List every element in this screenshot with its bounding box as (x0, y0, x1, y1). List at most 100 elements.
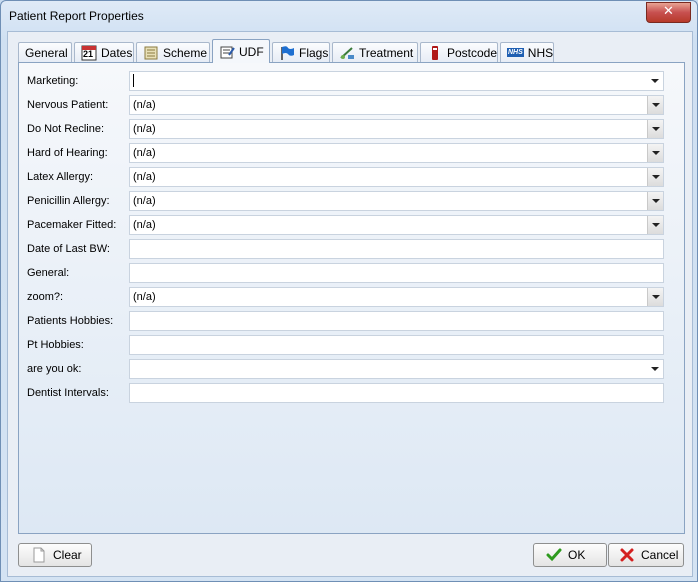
are-you-ok-combo[interactable] (129, 359, 664, 379)
field-row-general: General: (19, 263, 684, 285)
field-row-pacemaker-fitted: Pacemaker Fitted: (n/a) (19, 215, 684, 237)
dentist-intervals-label: Dentist Intervals: (27, 387, 109, 399)
field-row-zoom: zoom?: (n/a) (19, 287, 684, 309)
tab-postcode[interactable]: Postcode (420, 42, 498, 62)
general-input[interactable] (129, 263, 664, 283)
zoom-value: (n/a) (133, 291, 156, 303)
chevron-down-icon[interactable] (647, 168, 663, 186)
penicillin-allergy-value: (n/a) (133, 195, 156, 207)
flag-icon (279, 45, 295, 61)
do-not-recline-combo[interactable]: (n/a) (129, 119, 664, 139)
field-row-pt-hobbies: Pt Hobbies: (19, 335, 684, 357)
chevron-down-icon[interactable] (647, 360, 663, 378)
field-row-marketing: Marketing: (19, 71, 684, 93)
chevron-down-icon[interactable] (647, 192, 663, 210)
tab-postcode-label: Postcode (447, 45, 498, 60)
scheme-icon (143, 45, 159, 61)
tab-nhs-label: NHS (527, 45, 554, 60)
postcode-icon (427, 45, 443, 61)
latex-allergy-label: Latex Allergy: (27, 171, 94, 183)
pacemaker-fitted-combo[interactable]: (n/a) (129, 215, 664, 235)
blank-page-icon (31, 547, 47, 563)
field-row-do-not-recline: Do Not Recline: (n/a) (19, 119, 684, 141)
pacemaker-fitted-label: Pacemaker Fitted: (27, 219, 117, 231)
do-not-recline-label: Do Not Recline: (27, 123, 105, 135)
check-icon (546, 547, 562, 563)
tab-nhs[interactable]: NHS NHS (500, 42, 554, 62)
date-of-last-bw-label: Date of Last BW: (27, 243, 110, 255)
ok-button[interactable]: OK (533, 543, 607, 567)
nervous-patient-label: Nervous Patient: (27, 99, 109, 111)
tab-flags[interactable]: Flags (272, 42, 330, 62)
nhs-logo-icon: NHS (507, 45, 524, 61)
zoom-combo[interactable]: (n/a) (129, 287, 664, 307)
pt-hobbies-label: Pt Hobbies: (27, 339, 84, 351)
ok-button-label: OK (568, 548, 586, 562)
are-you-ok-label: are you ok: (27, 363, 82, 375)
pt-hobbies-input[interactable] (129, 335, 664, 355)
field-row-hard-of-hearing: Hard of Hearing: (n/a) (19, 143, 684, 165)
calendar-icon: 21 (81, 45, 97, 61)
tab-treatment[interactable]: Treatment (332, 42, 418, 62)
chevron-down-icon[interactable] (647, 96, 663, 114)
tab-dates-label: Dates (101, 45, 133, 60)
field-row-are-you-ok: are you ok: (19, 359, 684, 381)
zoom-label: zoom?: (27, 291, 64, 303)
tab-udf[interactable]: UDF (212, 39, 270, 63)
nervous-patient-value: (n/a) (133, 99, 156, 111)
field-row-patients-hobbies: Patients Hobbies: (19, 311, 684, 333)
field-row-latex-allergy: Latex Allergy: (n/a) (19, 167, 684, 189)
calendar-icon-number: 21 (83, 48, 94, 59)
hard-of-hearing-label: Hard of Hearing: (27, 147, 108, 159)
penicillin-allergy-combo[interactable]: (n/a) (129, 191, 664, 211)
red-x-icon (619, 547, 635, 563)
tab-udf-label: UDF (239, 44, 264, 59)
chevron-down-icon[interactable] (647, 144, 663, 162)
marketing-label: Marketing: (27, 75, 79, 87)
field-row-dentist-intervals: Dentist Intervals: (19, 383, 684, 405)
date-of-last-bw-input[interactable] (129, 239, 664, 259)
tab-scheme[interactable]: Scheme (136, 42, 210, 62)
clear-button-label: Clear (53, 548, 82, 562)
tab-general[interactable]: General (18, 42, 72, 62)
do-not-recline-value: (n/a) (133, 123, 156, 135)
cancel-button[interactable]: Cancel (608, 543, 684, 567)
chevron-down-icon[interactable] (647, 120, 663, 138)
field-row-nervous-patient: Nervous Patient: (n/a) (19, 95, 684, 117)
nhs-logo-text: NHS (507, 47, 524, 57)
cancel-button-label: Cancel (641, 548, 679, 562)
field-row-penicillin-allergy: Penicillin Allergy: (n/a) (19, 191, 684, 213)
text-caret (133, 73, 134, 87)
tab-flags-label: Flags (299, 45, 329, 60)
clear-button[interactable]: Clear (18, 543, 92, 567)
hard-of-hearing-value: (n/a) (133, 147, 156, 159)
dialog-client-area: General 21 Dates Scheme UDF Flags Treatm… (7, 31, 693, 577)
window-title: Patient Report Properties (9, 9, 144, 23)
tab-dates[interactable]: 21 Dates (74, 42, 134, 62)
patients-hobbies-input[interactable] (129, 311, 664, 331)
chevron-down-icon[interactable] (647, 216, 663, 234)
chevron-down-icon[interactable] (647, 72, 663, 90)
patients-hobbies-label: Patients Hobbies: (27, 315, 114, 327)
udf-icon (219, 44, 235, 60)
tab-scheme-label: Scheme (163, 45, 208, 60)
penicillin-allergy-label: Penicillin Allergy: (27, 195, 110, 207)
marketing-combo[interactable] (129, 71, 664, 91)
treatment-icon (339, 45, 355, 61)
tab-treatment-label: Treatment (359, 45, 414, 60)
pacemaker-fitted-value: (n/a) (133, 219, 156, 231)
tab-general-label: General (25, 45, 68, 60)
title-bar[interactable]: Patient Report Properties ✕ (1, 1, 697, 31)
dialog-window: Patient Report Properties ✕ General 21 D… (0, 0, 698, 582)
close-icon: ✕ (663, 4, 674, 19)
hard-of-hearing-combo[interactable]: (n/a) (129, 143, 664, 163)
latex-allergy-combo[interactable]: (n/a) (129, 167, 664, 187)
nervous-patient-combo[interactable]: (n/a) (129, 95, 664, 115)
chevron-down-icon[interactable] (647, 288, 663, 306)
dentist-intervals-input[interactable] (129, 383, 664, 403)
close-button[interactable]: ✕ (646, 2, 691, 23)
udf-panel: Marketing: Nervous Patient: (n/a) Do Not… (18, 62, 685, 534)
latex-allergy-value: (n/a) (133, 171, 156, 183)
field-row-date-of-last-bw: Date of Last BW: (19, 239, 684, 261)
general-label: General: (27, 267, 70, 279)
